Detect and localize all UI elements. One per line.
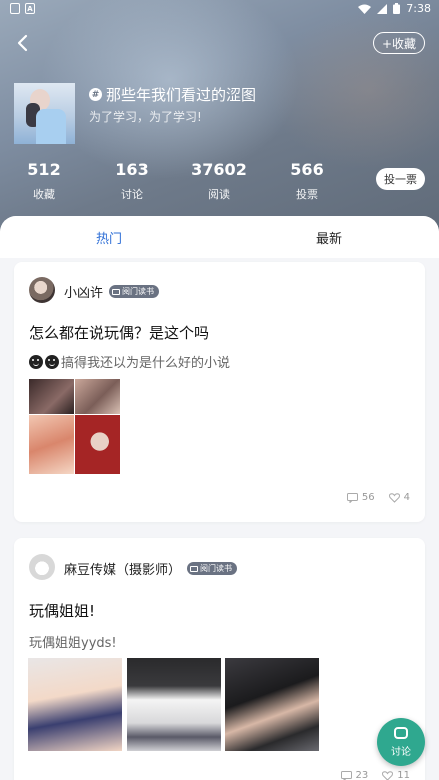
discuss-button[interactable]: 讨论 [377,718,425,766]
post-body[interactable]: 搞得我还以为是什么好的小说 [29,352,230,371]
post-author: 小凶许 阅门读书 [64,282,160,301]
author-name[interactable]: 小凶许 [64,282,103,301]
emoji-icon [45,354,59,369]
post-card[interactable]: 小凶许 阅门读书 怎么都在说玩偶？是这个吗 搞得我还以为是什么好的小说 56 4 [14,262,425,522]
post-title[interactable]: 怎么都在说玩偶？是这个吗 [29,322,209,343]
stat-votes: 566 投票 [290,160,324,201]
post-title[interactable]: 玩偶姐姐! [29,600,95,621]
stat-discussions: 163 讨论 [115,160,149,201]
post-image[interactable] [75,415,120,474]
post-card[interactable]: 麻豆传媒（摄影师） 阅门读书 玩偶姐姐! 玩偶姐姐yyds! 23 11 [14,538,425,780]
tab-hot[interactable]: 热门 [96,228,122,247]
post-image[interactable] [29,379,74,414]
back-arrow-icon[interactable] [14,34,32,52]
topic-title: # 那些年我们看过的涩图 [89,84,256,105]
book-icon [190,565,199,572]
tab-latest[interactable]: 最新 [316,228,342,247]
topic-stats: 512 收藏 163 讨论 37602 阅读 566 投票 [0,160,439,204]
topic-name: 那些年我们看过的涩图 [106,86,257,104]
avatar[interactable] [29,277,55,303]
post-image[interactable] [28,658,122,751]
status-bar: A 7:38 [0,0,439,18]
clock: 7:38 [406,2,431,15]
post-image[interactable] [225,658,319,751]
book-icon [112,288,121,295]
post-image[interactable] [75,379,120,414]
comment-count[interactable]: 56 [346,492,375,503]
stat-favorites: 512 收藏 [27,160,61,201]
topic-cover-image [14,83,75,144]
topic-subtitle: 为了学习，为了学习! [89,110,202,124]
battery-icon [393,3,401,14]
signal-icon [377,3,388,14]
post-image[interactable] [29,415,74,474]
comment-count[interactable]: 23 [340,770,368,780]
author-badge: 阅门读书 [187,562,238,575]
tab-bar: 热门 最新 [0,216,439,258]
post-image[interactable] [127,658,221,751]
heart-icon [388,492,400,503]
like-count[interactable]: 4 [388,492,410,503]
post-author: 麻豆传媒（摄影师） 阅门读书 [64,559,238,578]
discuss-label: 讨论 [391,747,411,758]
like-count[interactable]: 11 [382,770,410,780]
comment-icon [340,770,352,780]
hashtag-icon: # [89,88,102,101]
wifi-icon [358,4,372,14]
post-body[interactable]: 玩偶姐姐yyds! [29,632,117,651]
heart-icon [382,770,394,780]
comment-icon [346,492,358,503]
author-badge: 阅门读书 [109,285,160,298]
post-meta: 56 4 [346,492,410,503]
content-panel: 热门 最新 小凶许 阅门读书 怎么都在说玩偶？是这个吗 搞得我还以为是什么好的小… [0,216,439,780]
collect-button[interactable]: +收藏 [372,32,425,54]
vote-button[interactable]: 投一票 [376,168,425,190]
author-name[interactable]: 麻豆传媒（摄影师） [64,559,181,578]
app-notification-icon: A [25,3,35,14]
avatar[interactable] [29,554,55,580]
chat-icon [394,727,408,739]
emoji-icon [29,354,43,369]
post-meta: 23 11 [340,770,410,780]
notification-icon [10,3,20,14]
stat-reads: 37602 阅读 [191,160,247,201]
